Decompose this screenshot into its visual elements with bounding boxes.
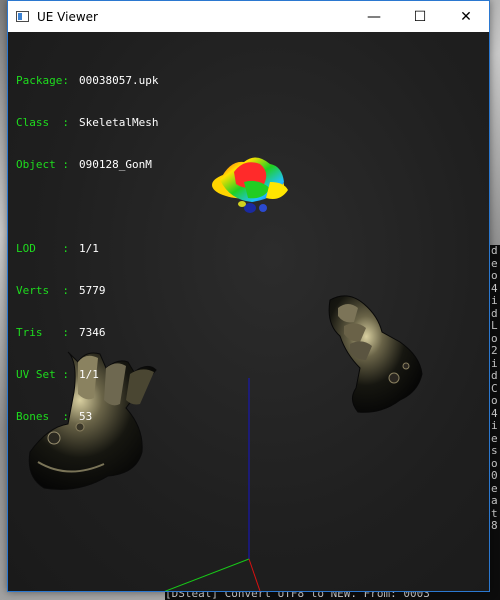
right-gauntlet-mesh — [328, 295, 423, 413]
info-row-class: Class : SkeletalMesh — [16, 116, 158, 130]
info-label-package: Package: — [16, 74, 69, 87]
info-value-bones: 53 — [79, 410, 93, 423]
rainbow-mesh-model — [212, 157, 288, 213]
info-value-package: 00038057.upk — [79, 74, 159, 87]
info-label-object: Object : — [16, 158, 69, 171]
maximize-button[interactable]: ☐ — [397, 1, 443, 32]
info-row-package: Package: 00038057.upk — [16, 74, 158, 88]
info-label-uvset: UV Set : — [16, 368, 69, 381]
background-console-window: deo4idLo2idCo4ieso0eat8 — [490, 245, 500, 600]
info-value-verts: 5779 — [79, 284, 106, 297]
info-value-tris: 7346 — [79, 326, 106, 339]
title-bar[interactable]: UE Viewer — ☐ ✕ — [8, 1, 489, 32]
axis-gizmo — [164, 378, 261, 591]
mesh-info-overlay: Package: 00038057.upk Class : SkeletalMesh… — [16, 46, 158, 452]
info-value-lod: 1/1 — [79, 242, 99, 255]
3d-viewport[interactable]: Package: 00038057.upk Class : SkeletalMesh… — [8, 32, 489, 591]
close-button[interactable]: ✕ — [443, 1, 489, 32]
minimize-icon: — — [367, 8, 381, 25]
info-row-bones: Bones : 53 — [16, 410, 158, 424]
info-row-object: Object : 090128_GonM — [16, 158, 158, 172]
info-row-verts: Verts : 5779 — [16, 284, 158, 298]
info-label-bones: Bones : — [16, 410, 69, 423]
info-label-tris: Tris : — [16, 326, 69, 339]
info-label-lod: LOD : — [16, 242, 69, 255]
info-row-lod: LOD : 1/1 — [16, 242, 158, 256]
info-label-class: Class : — [16, 116, 69, 129]
minimize-button[interactable]: — — [351, 1, 397, 32]
close-icon: ✕ — [460, 8, 472, 25]
ue-viewer-window[interactable]: UE Viewer — ☐ ✕ Package: 00038057.upk Cl… — [7, 0, 490, 592]
maximize-icon: ☐ — [413, 8, 427, 25]
info-label-verts: Verts : — [16, 284, 69, 297]
axis-y-line — [164, 558, 250, 591]
app-window-icon — [16, 11, 29, 22]
axis-x-line — [248, 558, 261, 591]
window-title: UE Viewer — [37, 9, 98, 24]
info-row-uvset: UV Set : 1/1 — [16, 368, 158, 382]
info-value-class: SkeletalMesh — [79, 116, 159, 129]
info-value-uvset: 1/1 — [79, 368, 99, 381]
info-value-object: 090128_GonM — [79, 158, 152, 171]
info-row-tris: Tris : 7346 — [16, 326, 158, 340]
